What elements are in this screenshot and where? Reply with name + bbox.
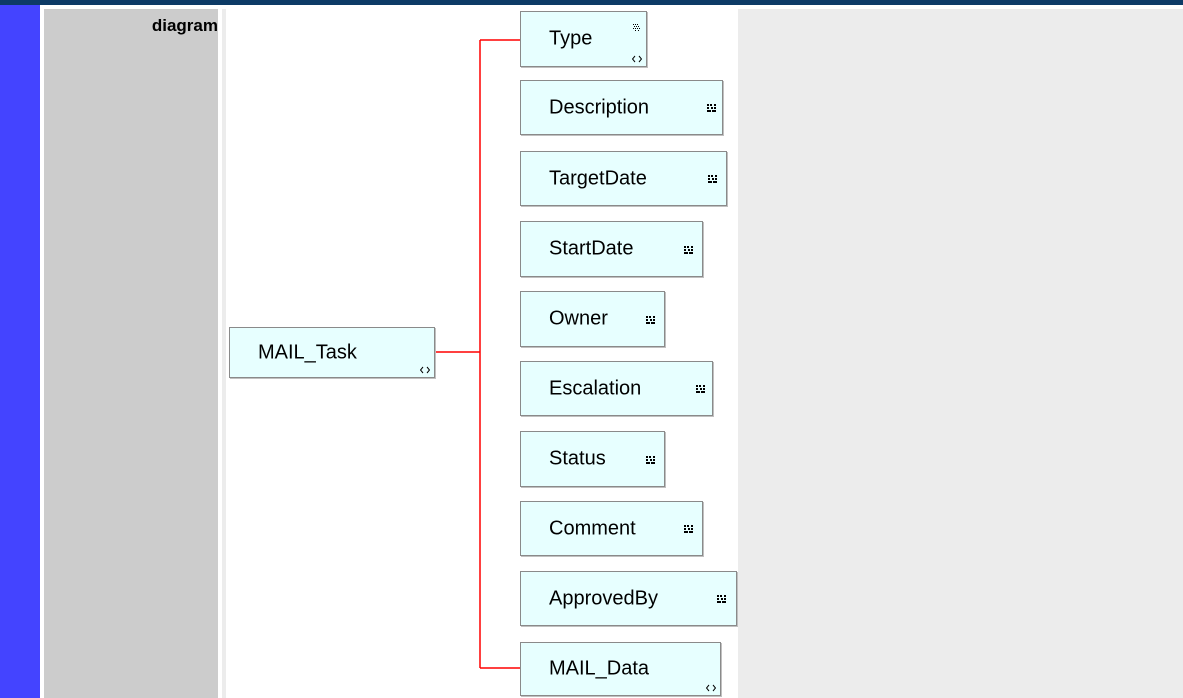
child-node-label: Description <box>549 96 650 118</box>
attribute-grid-icon <box>707 104 717 112</box>
child-node-label: Status <box>549 447 606 470</box>
attribute-grid-icon <box>684 525 694 533</box>
child-node-label: StartDate <box>549 237 634 260</box>
child-node-label: MAIL_Data <box>549 657 650 680</box>
schema-doc-page: diagram MAIL_Task Type Description Targe… <box>0 0 1183 698</box>
child-node-startdate[interactable]: StartDate <box>520 221 703 277</box>
attribute-grid-icon <box>646 456 656 464</box>
child-node-label: Comment <box>549 517 636 539</box>
top-bar <box>0 0 1183 5</box>
child-node-comment[interactable]: Comment <box>520 501 703 556</box>
child-node-label: ApprovedBy <box>549 587 658 609</box>
child-node-label: Escalation <box>549 377 642 399</box>
root-node-label: MAIL_Task <box>258 341 357 363</box>
child-node-label: Type <box>549 27 593 50</box>
attribute-grid-icon <box>696 385 706 393</box>
child-node-label: TargetDate <box>549 167 647 189</box>
child-node-mail-data[interactable]: MAIL_Data <box>520 642 721 696</box>
attribute-grid-icon <box>646 316 656 324</box>
attribute-grid-icon <box>708 175 718 183</box>
attribute-grid-icon <box>684 246 694 254</box>
child-node-owner[interactable]: Owner <box>520 291 665 347</box>
element-reference-icon <box>632 55 642 63</box>
left-accent-bar <box>0 5 40 698</box>
simple-type-icon <box>633 16 642 31</box>
attribute-grid-icon <box>717 595 727 603</box>
child-node-description[interactable]: Description <box>520 80 723 135</box>
child-node-label: Owner <box>549 307 608 330</box>
child-node-status[interactable]: Status <box>520 431 665 487</box>
child-node-type[interactable]: Type <box>520 11 647 67</box>
child-node-targetdate[interactable]: TargetDate <box>520 151 727 206</box>
element-reference-icon <box>706 684 716 692</box>
element-reference-icon <box>420 366 430 374</box>
child-node-escalation[interactable]: Escalation <box>520 361 713 416</box>
root-node-mail-task[interactable]: MAIL_Task <box>229 327 435 378</box>
row-label: diagram <box>151 16 218 35</box>
child-node-approvedby[interactable]: ApprovedBy <box>520 571 737 626</box>
row-label-cell: diagram <box>44 9 218 698</box>
